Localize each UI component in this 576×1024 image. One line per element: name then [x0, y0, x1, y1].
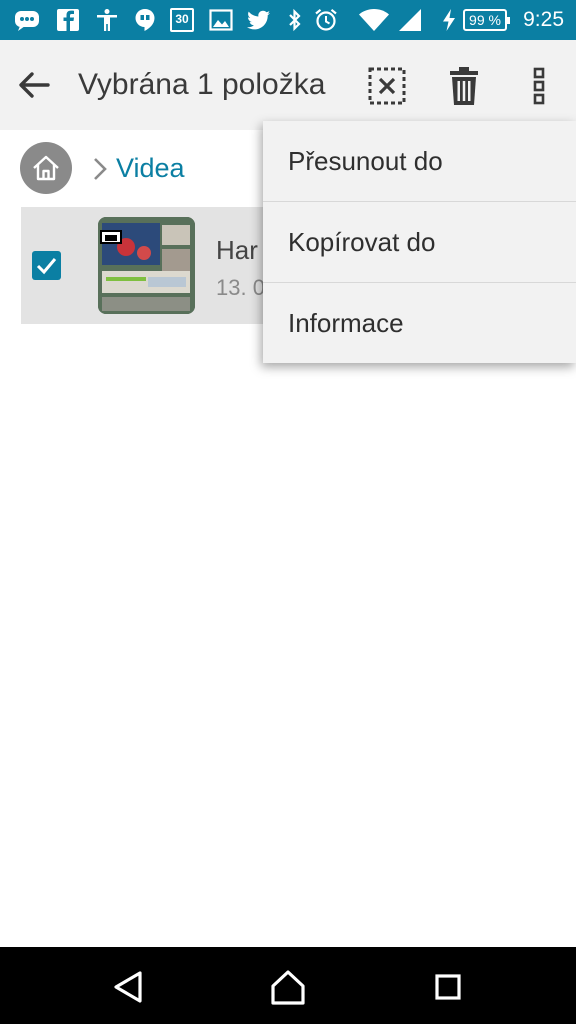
menu-item-move-to[interactable]: Přesunout do: [263, 121, 576, 201]
home-button[interactable]: [20, 142, 72, 194]
calendar-icon: 30: [170, 8, 194, 32]
status-bar: 30 99 % 9:25: [0, 0, 576, 40]
page-title: Vybrána 1 položka: [78, 68, 326, 101]
overflow-menu: Přesunout do Kopírovat do Informace: [263, 121, 576, 363]
delete-button[interactable]: [442, 64, 486, 108]
file-date: 13. 0: [216, 275, 265, 300]
overflow-menu-button[interactable]: [517, 64, 561, 108]
deselect-icon: [368, 67, 406, 105]
nav-recents-button[interactable]: [428, 967, 468, 1007]
wifi-icon: [358, 8, 390, 32]
navigation-bar: [0, 947, 576, 1024]
recents-icon: [435, 974, 461, 1000]
nav-back-button[interactable]: [108, 967, 148, 1007]
messenger-icon: [14, 8, 40, 32]
battery-indicator: 99 %: [463, 9, 510, 31]
menu-item-info[interactable]: Informace: [263, 283, 576, 363]
nav-home-button[interactable]: [268, 967, 308, 1007]
deselect-button[interactable]: [365, 64, 409, 108]
selection-checkbox[interactable]: [32, 251, 61, 280]
screen: 30 99 % 9:25 Vybrána 1 položka Videa Har…: [0, 0, 576, 1024]
more-vert-icon: [533, 67, 545, 105]
back-button[interactable]: [14, 65, 54, 105]
back-icon: [114, 971, 142, 1003]
video-thumbnail: [98, 217, 195, 314]
home-icon: [271, 970, 305, 1005]
charging-icon: [440, 8, 458, 32]
home-icon: [33, 155, 59, 181]
menu-item-copy-to[interactable]: Kopírovat do: [263, 202, 576, 282]
selection-toolbar: Vybrána 1 položka: [0, 40, 576, 130]
file-name: Har: [216, 235, 258, 265]
accessibility-icon: [94, 8, 120, 32]
twitter-icon: [246, 8, 272, 32]
status-time: 9:25: [523, 8, 564, 31]
alarm-icon: [313, 8, 339, 32]
gallery-icon: [208, 8, 234, 32]
trash-icon: [450, 67, 478, 105]
arrow-back-icon: [19, 72, 50, 98]
signal-icon: [397, 8, 423, 32]
breadcrumb-current[interactable]: Videa: [116, 153, 185, 184]
check-icon: [36, 258, 57, 275]
facebook-icon: [55, 8, 81, 32]
hangouts-icon: [132, 8, 158, 32]
chevron-right-icon: [90, 156, 110, 182]
bluetooth-icon: [282, 8, 308, 32]
